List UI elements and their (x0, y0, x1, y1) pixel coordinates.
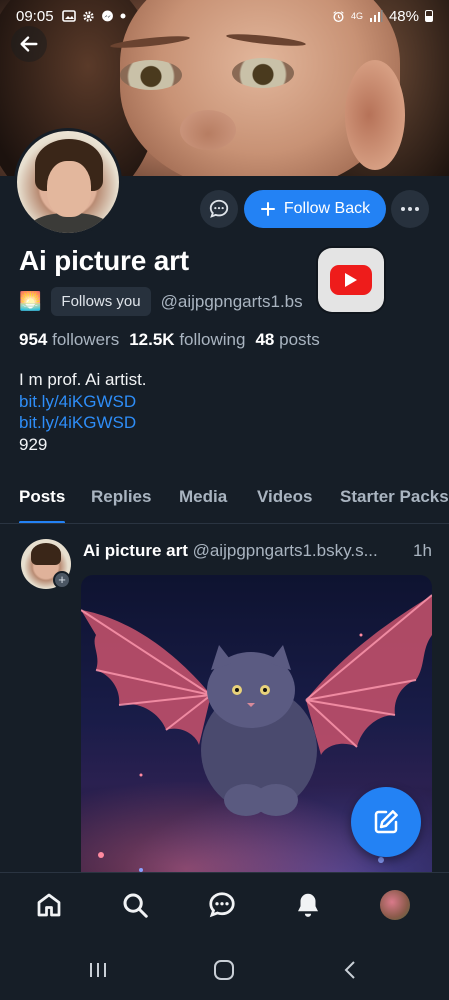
chat-icon (209, 892, 235, 918)
compose-icon (374, 810, 398, 834)
follows-you-badge: Follows you (51, 287, 151, 316)
home-icon (37, 893, 61, 917)
gear-icon (82, 10, 94, 22)
post-author-name: Ai picture art (83, 541, 188, 560)
banner-eye-right (232, 58, 294, 88)
dot-icon (120, 13, 126, 19)
youtube-bubble[interactable] (318, 248, 384, 312)
signal-icon (369, 10, 383, 22)
nav-notifications[interactable] (292, 889, 324, 921)
tab-videos[interactable]: Videos (257, 480, 312, 523)
banner-ear (345, 60, 405, 170)
battery-percent: 48% (388, 7, 419, 25)
youtube-icon (330, 265, 372, 295)
avatar-face (47, 161, 91, 217)
tab-media[interactable]: Media (179, 480, 227, 523)
profile-stats: 954 followers 12.5K following 48 posts (19, 330, 320, 350)
tab-starter-packs[interactable]: Starter Packs (340, 480, 449, 523)
plus-icon (260, 202, 275, 216)
back-button[interactable] (11, 26, 47, 62)
back-chevron-icon (344, 961, 355, 979)
recent-apps-icon (90, 963, 106, 977)
post-time: 1h (413, 541, 432, 560)
more-options-button[interactable] (391, 190, 429, 228)
nav-search[interactable] (119, 889, 151, 921)
bio-line: 929 (19, 434, 48, 454)
tab-replies[interactable]: Replies (91, 480, 151, 523)
posts-stat: 48 posts (255, 330, 320, 349)
bio-link[interactable]: bit.ly/4iKGWSD (19, 412, 147, 434)
alarm-icon (333, 10, 344, 22)
profile-avatar-small (380, 890, 410, 920)
bio-line: I m prof. Ai artist. (19, 370, 147, 389)
post-header[interactable]: Ai picture art @aijpgpngarts1.bsky.s... (83, 541, 443, 561)
bell-icon (298, 893, 318, 917)
following-stat[interactable]: 12.5K following (129, 330, 245, 350)
follow-back-label: Follow Back (283, 200, 371, 217)
profile-tabs: Posts Replies Media Videos Starter Packs (0, 480, 449, 524)
message-button[interactable] (200, 190, 238, 228)
search-icon (123, 893, 148, 918)
status-bar: 09:05 4G 48% (0, 0, 449, 32)
post-author-avatar[interactable]: + (21, 539, 71, 589)
system-back-button[interactable] (338, 960, 362, 980)
system-home-button[interactable] (212, 960, 236, 980)
messenger-icon (101, 10, 113, 21)
tab-posts[interactable]: Posts (19, 480, 66, 523)
arrow-left-icon (20, 36, 38, 52)
banner-nose (180, 110, 236, 150)
profile-avatar[interactable] (14, 128, 122, 236)
sunrise-emoji: 🌅 (19, 291, 42, 311)
network-type: 4G (350, 11, 363, 21)
gallery-icon (61, 10, 76, 22)
nav-chat[interactable] (206, 889, 238, 921)
post-avatar-hair (31, 543, 61, 565)
bio-link[interactable]: bit.ly/4iKGWSD (19, 391, 147, 413)
banner-eye-left (120, 60, 182, 90)
post-author-handle: @aijpgpngarts1.bsky.s... (192, 541, 378, 560)
status-time: 09:05 (16, 7, 54, 25)
follow-plus-icon[interactable]: + (53, 571, 71, 589)
home-circle-icon (214, 960, 234, 980)
follow-back-button[interactable]: Follow Back (244, 190, 386, 228)
compose-post-button[interactable] (351, 787, 421, 857)
profile-display-name: Ai picture art (19, 245, 189, 276)
chat-bubble-icon (209, 199, 229, 218)
nav-home[interactable] (33, 889, 65, 921)
profile-bio: I m prof. Ai artist. bit.ly/4iKGWSD bit.… (19, 369, 147, 455)
recent-apps-button[interactable] (86, 960, 110, 980)
system-navigation (0, 938, 449, 1000)
bottom-navigation (0, 872, 449, 938)
followers-stat[interactable]: 954 followers (19, 330, 119, 350)
nav-profile[interactable] (379, 889, 411, 921)
battery-icon (425, 10, 433, 22)
ellipsis-icon (401, 207, 419, 211)
handle-row: 🌅 Follows you @aijpgpngarts1.bsal (19, 287, 358, 316)
